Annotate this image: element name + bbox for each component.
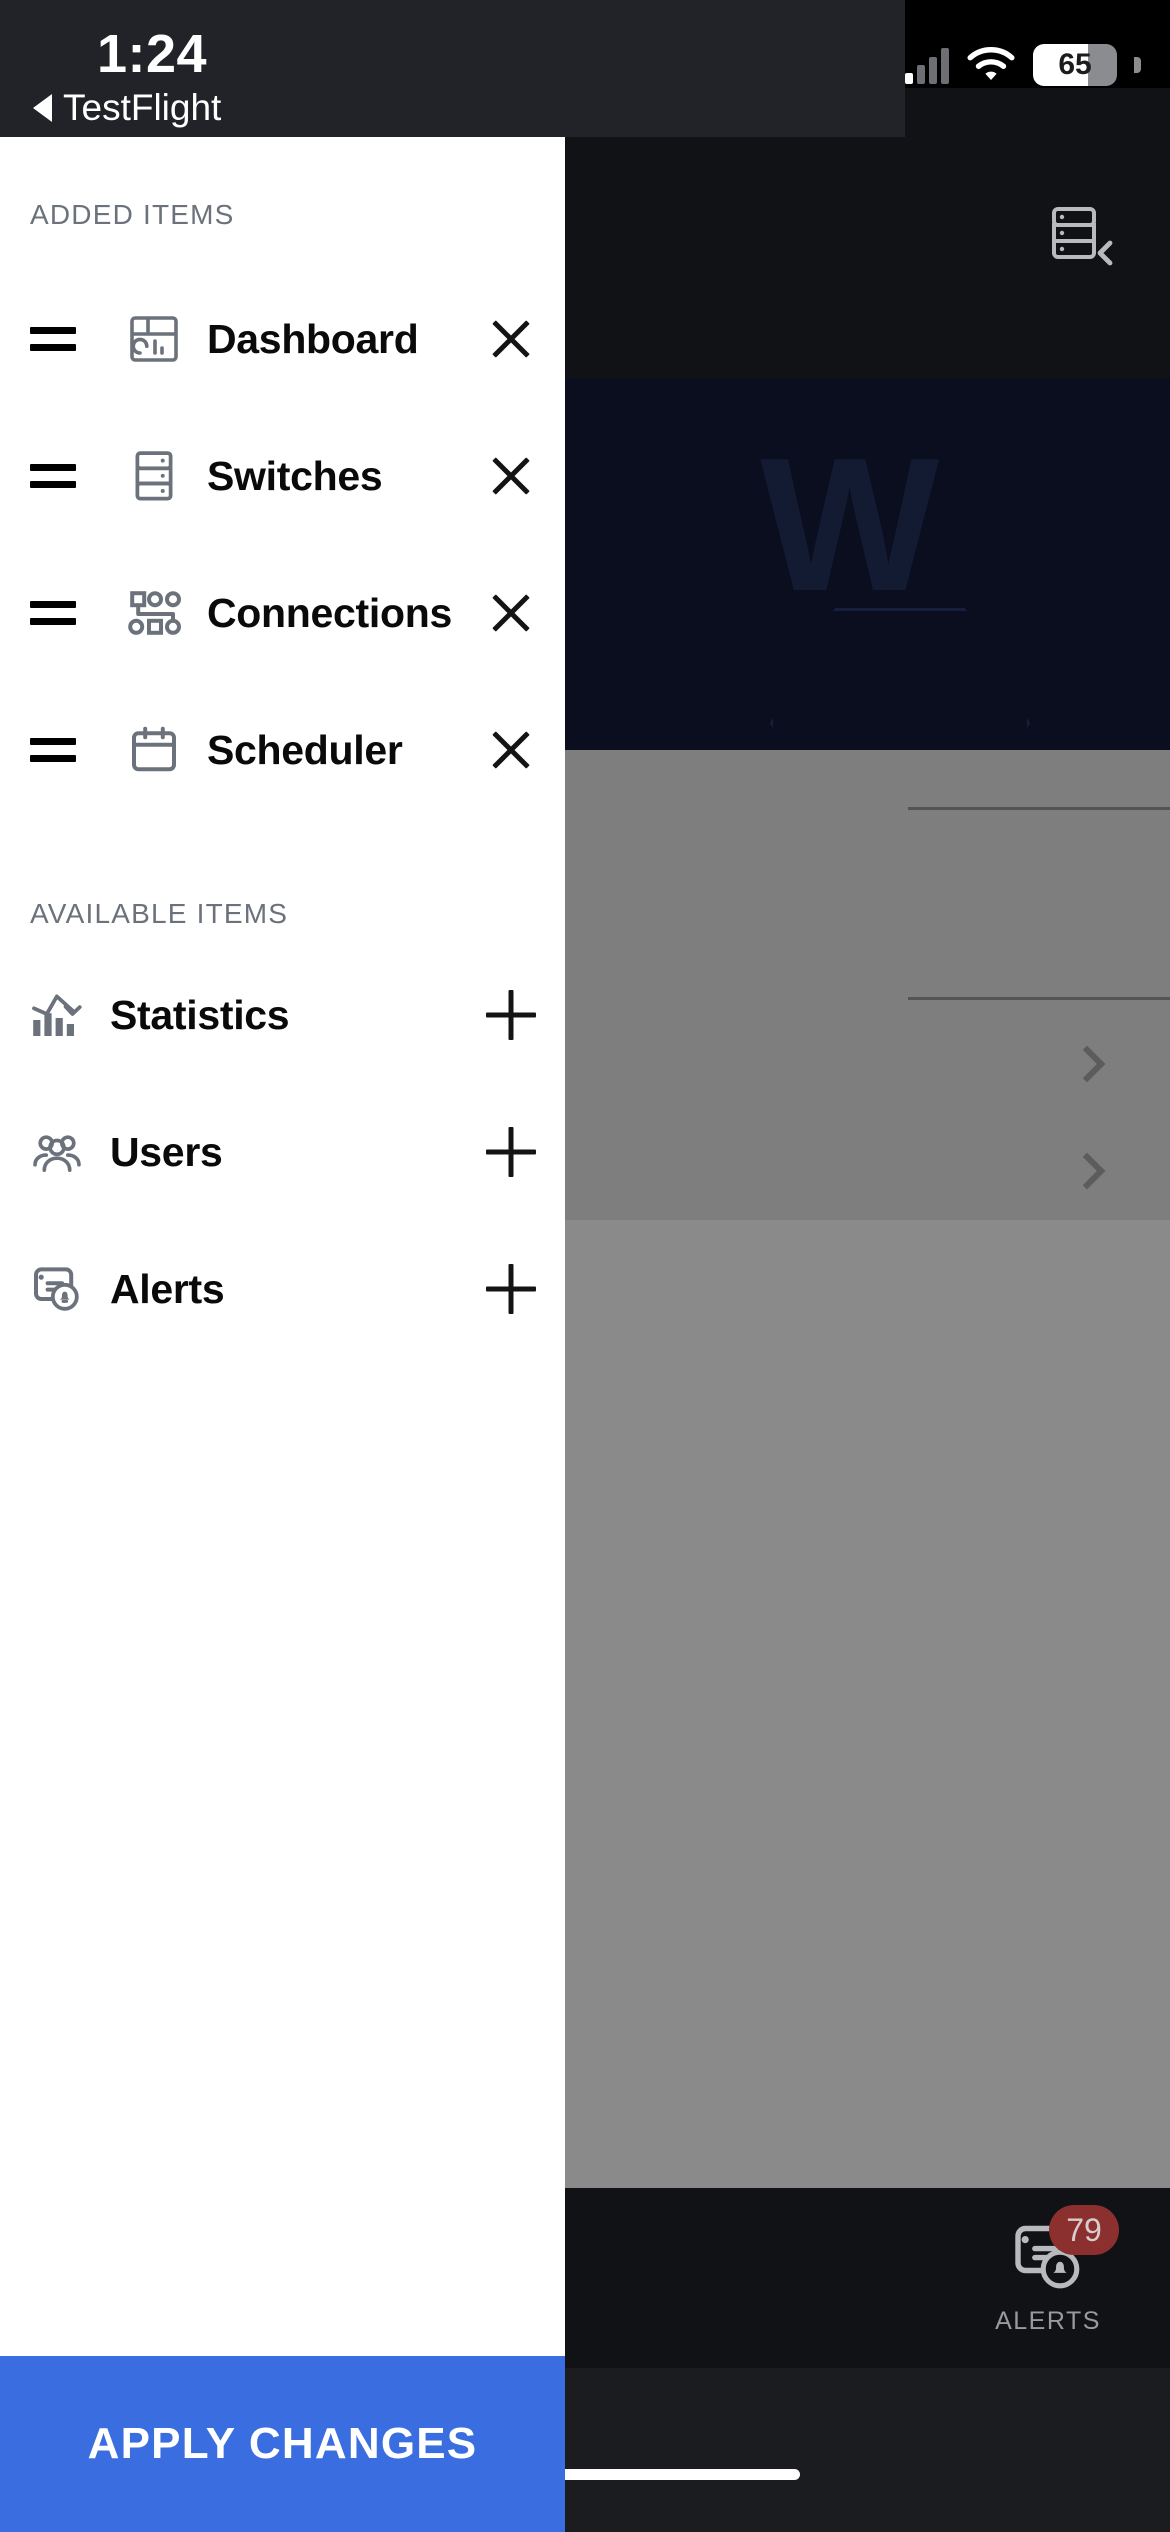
- status-bar-indicators: 65: [905, 30, 1170, 100]
- close-icon[interactable]: [483, 722, 539, 778]
- chevron-right-icon[interactable]: [1068, 1155, 1102, 1189]
- available-item-row[interactable]: Statistics: [0, 963, 565, 1067]
- added-item-row[interactable]: Switches: [0, 424, 565, 528]
- available-items-header: AVAILABLE ITEMS: [0, 898, 565, 930]
- added-item-row[interactable]: Dashboard: [0, 287, 565, 391]
- alerts-icon: [30, 1262, 84, 1316]
- wifi-icon: [966, 46, 1016, 84]
- close-icon[interactable]: [483, 585, 539, 641]
- alerts-badge: 79: [1049, 2205, 1119, 2255]
- drag-handle-icon[interactable]: [30, 459, 76, 493]
- connections-icon: [127, 586, 181, 640]
- tab-alerts-label: ALERTS: [995, 2307, 1101, 2336]
- available-item-row[interactable]: Alerts: [0, 1237, 565, 1341]
- status-bar-time: 1:24: [97, 23, 207, 85]
- plus-icon[interactable]: [483, 1124, 539, 1180]
- switches-icon: [127, 449, 181, 503]
- added-item-row[interactable]: Scheduler: [0, 698, 565, 802]
- added-items-header: ADDED ITEMS: [0, 199, 565, 231]
- back-to-testflight[interactable]: TestFlight: [33, 87, 221, 129]
- added-item-label: Dashboard: [207, 316, 483, 363]
- plus-icon[interactable]: [483, 987, 539, 1043]
- available-item-label: Users: [110, 1129, 483, 1176]
- plus-icon[interactable]: [483, 1261, 539, 1317]
- edit-menu-drawer: ADDED ITEMS Dashboard: [0, 137, 565, 2532]
- statistics-icon: [30, 988, 84, 1042]
- added-item-row[interactable]: Connections: [0, 561, 565, 665]
- battery-level: 65: [1033, 44, 1117, 86]
- background-divider: [908, 997, 1170, 1000]
- background-divider: [908, 807, 1170, 810]
- drawer-content: ADDED ITEMS Dashboard: [0, 137, 565, 2356]
- added-item-label: Connections: [207, 590, 483, 637]
- cellular-signal-icon: [905, 46, 949, 84]
- available-item-label: Alerts: [110, 1266, 483, 1313]
- tab-alerts[interactable]: 79 ALERTS: [960, 2221, 1136, 2336]
- rack-collapse-icon[interactable]: [1050, 205, 1114, 267]
- apply-changes-button[interactable]: APPLY CHANGES: [0, 2356, 565, 2532]
- added-item-label: Switches: [207, 453, 483, 500]
- back-triangle-icon: [33, 94, 52, 122]
- users-icon: [30, 1125, 84, 1179]
- status-bar: 1:24 TestFlight: [0, 0, 905, 137]
- drag-handle-icon[interactable]: [30, 322, 76, 356]
- available-item-row[interactable]: Users: [0, 1100, 565, 1204]
- hero-watermark: W: [760, 430, 931, 620]
- scheduler-icon: [127, 723, 181, 777]
- back-label: TestFlight: [63, 87, 221, 129]
- close-icon[interactable]: [483, 311, 539, 367]
- available-item-label: Statistics: [110, 992, 483, 1039]
- drag-handle-icon[interactable]: [30, 596, 76, 630]
- added-item-label: Scheduler: [207, 727, 483, 774]
- alerts-icon: 79: [1009, 2221, 1087, 2293]
- drag-handle-icon[interactable]: [30, 733, 76, 767]
- chevron-right-icon[interactable]: [1068, 1048, 1102, 1082]
- battery-icon: 65: [1033, 44, 1117, 86]
- battery-cap-icon: [1134, 57, 1141, 73]
- dashboard-icon: [127, 312, 181, 366]
- close-icon[interactable]: [483, 448, 539, 504]
